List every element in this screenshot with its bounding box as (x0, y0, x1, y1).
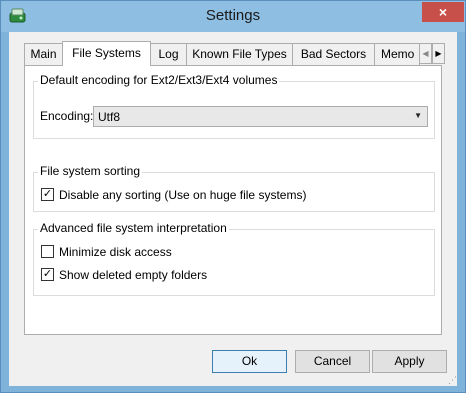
group-title: Advanced file system interpretation (38, 221, 229, 235)
tab-label: Log (158, 47, 179, 61)
apply-button[interactable]: Apply (372, 350, 447, 373)
disable-sorting-checkbox[interactable]: ✓ (41, 188, 54, 201)
ok-button[interactable]: Ok (212, 350, 287, 373)
tab-log[interactable]: Log (150, 43, 187, 65)
file-systems-panel: Default encoding for Ext2/Ext3/Ext4 volu… (24, 65, 442, 335)
resize-grip-icon[interactable]: ⋰ (445, 374, 457, 386)
tab-label: Bad Sectors (300, 47, 367, 61)
tab-main[interactable]: Main (24, 43, 63, 65)
show-deleted-folders-checkbox[interactable]: ✓ (41, 268, 54, 281)
cancel-button[interactable]: Cancel (295, 350, 370, 373)
sorting-group: File system sorting ✓ Disable any sortin… (33, 164, 435, 212)
tab-label: Known File Types (192, 47, 287, 61)
group-title: File system sorting (38, 164, 143, 178)
tab-scroll-right-button[interactable]: ▶ (432, 43, 445, 64)
tab-scroll-left-button[interactable]: ◀ (419, 43, 432, 64)
close-icon: × (438, 4, 448, 20)
checkmark-icon: ✓ (42, 188, 53, 200)
minimize-disk-access-label[interactable]: Minimize disk access (59, 245, 172, 259)
tab-label: File Systems (72, 46, 141, 60)
chevron-right-icon: ▶ (435, 49, 442, 58)
tab-label: Main (30, 47, 57, 61)
show-deleted-folders-label[interactable]: Show deleted empty folders (59, 268, 207, 282)
title-bar[interactable]: Settings × (1, 1, 465, 32)
advanced-group: Advanced file system interpretation Mini… (33, 221, 435, 296)
encoding-value: Utf8 (98, 110, 121, 124)
tab-known-file-types[interactable]: Known File Types (186, 43, 293, 65)
checkmark-icon: ✓ (42, 268, 53, 280)
disable-sorting-label[interactable]: Disable any sorting (Use on huge file sy… (59, 188, 306, 202)
tab-file-systems[interactable]: File Systems (62, 41, 151, 66)
window-title: Settings (205, 7, 261, 24)
settings-window: Settings × Main File Systems Log Known F… (0, 0, 466, 393)
encoding-label: Encoding: (40, 109, 94, 123)
group-title: Default encoding for Ext2/Ext3/Ext4 volu… (38, 73, 280, 87)
tab-memo[interactable]: Memo (374, 43, 420, 65)
dialog-client: Main File Systems Log Known File Types B… (9, 32, 457, 386)
chevron-down-icon: ▼ (414, 111, 422, 120)
minimize-disk-access-checkbox[interactable] (41, 245, 54, 258)
encoding-group: Default encoding for Ext2/Ext3/Ext4 volu… (33, 73, 435, 139)
close-button[interactable]: × (422, 2, 464, 22)
tab-bad-sectors[interactable]: Bad Sectors (292, 43, 375, 65)
tab-label: Memo (381, 47, 415, 61)
encoding-select[interactable]: Utf8 ▼ (93, 106, 428, 127)
chevron-left-icon: ◀ (422, 49, 429, 58)
